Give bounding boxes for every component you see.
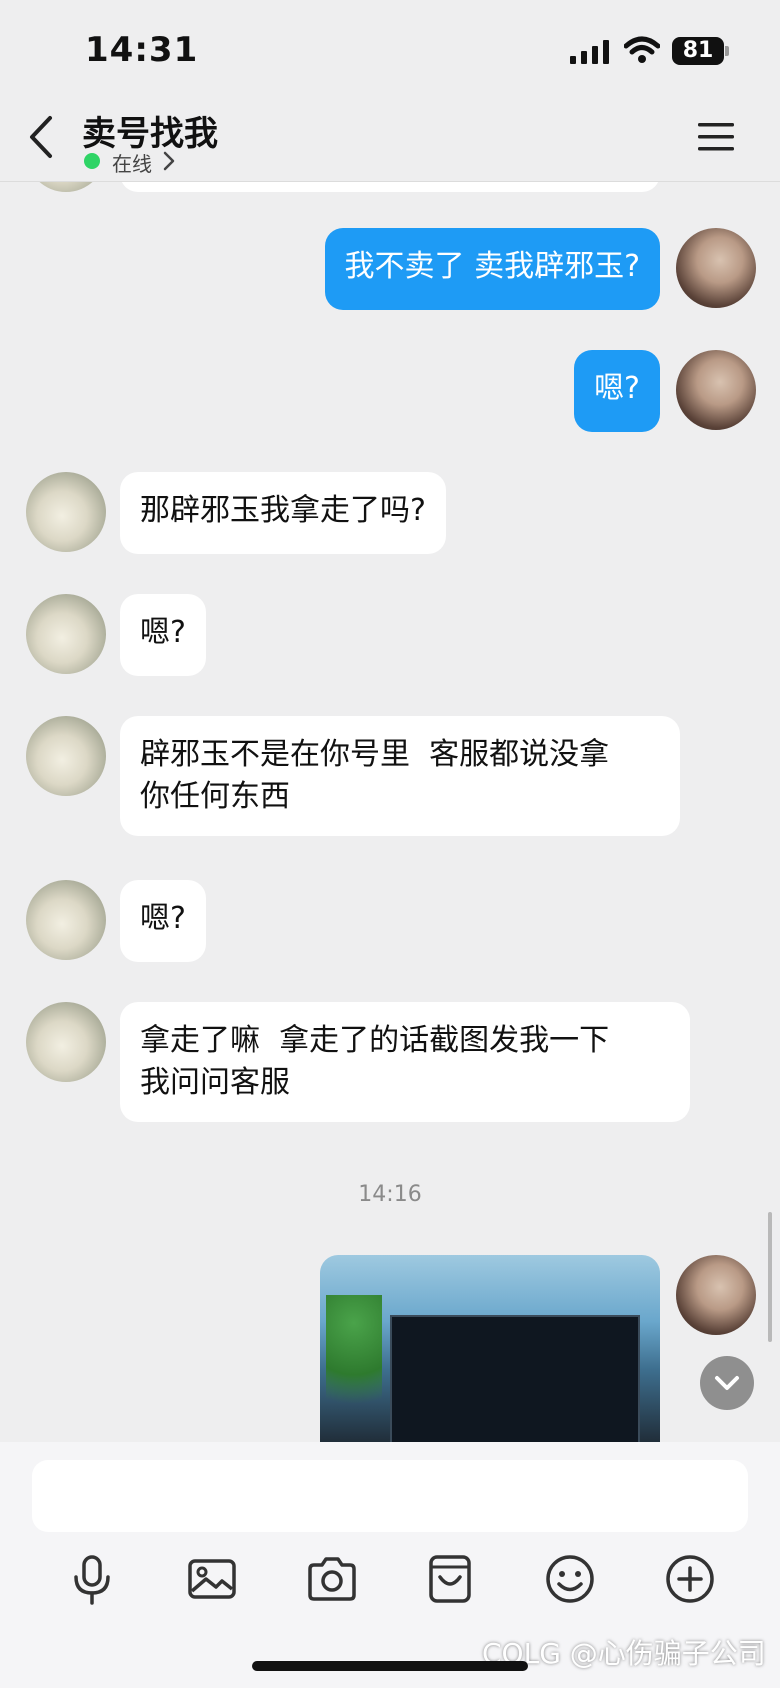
back-icon[interactable]	[22, 112, 62, 162]
message-bubble-self[interactable]: 我不卖了 卖我辟邪玉?	[324, 228, 660, 310]
message-bubble-other[interactable]: 嗯?	[120, 594, 206, 676]
home-indicator[interactable]	[252, 1661, 528, 1671]
message-bubble-other[interactable]: 拿走了嘛 拿走了的话截图发我一下 我问问客服	[120, 1002, 690, 1122]
user-avatar[interactable]	[676, 350, 756, 430]
camera-icon[interactable]	[304, 1551, 360, 1607]
wifi-icon	[624, 36, 660, 63]
online-status-label[interactable]: 在线	[112, 148, 152, 177]
battery-level: 81	[672, 37, 724, 65]
status-time: 14:31	[85, 30, 199, 70]
image-palm-tree	[326, 1295, 382, 1435]
partial-message-bubble	[120, 182, 660, 192]
menu-icon[interactable]	[696, 120, 736, 154]
sticker-icon[interactable]	[422, 1551, 478, 1607]
online-status-dot	[84, 153, 100, 169]
chat-header: 卖号找我 在线	[0, 100, 780, 182]
battery-tip	[725, 46, 729, 56]
image-game-window	[390, 1315, 640, 1442]
message-bubble-other[interactable]: 那辟邪玉我拿走了吗?	[120, 472, 446, 554]
microphone-icon[interactable]	[64, 1551, 120, 1607]
message-bubble-other[interactable]: 辟邪玉不是在你号里 客服都说没拿 你任何东西	[120, 716, 680, 836]
contact-avatar[interactable]	[26, 182, 106, 192]
message-list[interactable]: 我不卖了 卖我辟邪玉? 嗯? 那辟邪玉我拿走了吗? 嗯? 辟邪玉不是在你号里 客…	[0, 182, 780, 1442]
emoji-icon[interactable]	[542, 1551, 598, 1607]
image-icon[interactable]	[184, 1551, 240, 1607]
image-message[interactable]	[320, 1255, 660, 1442]
contact-avatar[interactable]	[26, 880, 106, 960]
user-avatar[interactable]	[676, 228, 756, 308]
battery-indicator: 81	[672, 37, 729, 65]
status-bar: 14:31 81	[0, 0, 780, 100]
message-bubble-other[interactable]: 嗯?	[120, 880, 206, 962]
plus-icon[interactable]	[662, 1551, 718, 1607]
signal-icon	[570, 40, 609, 64]
contact-avatar[interactable]	[26, 472, 106, 552]
contact-avatar[interactable]	[26, 594, 106, 674]
chevron-right-icon[interactable]	[162, 150, 176, 172]
chevron-down-icon	[715, 1376, 739, 1390]
message-timestamp: 14:16	[358, 1182, 422, 1207]
contact-avatar[interactable]	[26, 716, 106, 796]
user-avatar[interactable]	[676, 1255, 756, 1335]
message-input[interactable]	[32, 1460, 748, 1532]
message-bubble-self[interactable]: 嗯?	[574, 350, 660, 432]
contact-avatar[interactable]	[26, 1002, 106, 1082]
scrollbar[interactable]	[768, 1212, 772, 1342]
scroll-to-bottom-button[interactable]	[700, 1356, 754, 1410]
